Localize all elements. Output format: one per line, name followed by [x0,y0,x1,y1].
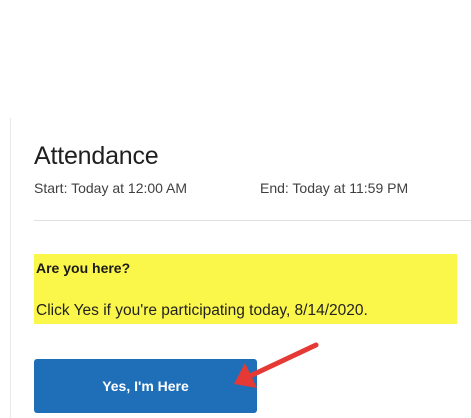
attendance-question: Are you here? [36,260,131,276]
section-divider [34,220,471,221]
attendance-instruction: Click Yes if you're participating today,… [36,302,368,319]
red-arrow-icon [234,342,319,388]
date-range: Start: Today at 12:00 AM End: Today at 1… [34,179,408,197]
attendance-prompt: Are you here? Click Yes if you're partic… [34,254,457,324]
page-title: Attendance [34,142,159,170]
left-divider [10,118,11,418]
end-time: End: Today at 11:59 PM [260,180,409,196]
start-time: Start: Today at 12:00 AM [34,180,188,196]
yes-im-here-button[interactable]: Yes, I'm Here [34,359,257,413]
